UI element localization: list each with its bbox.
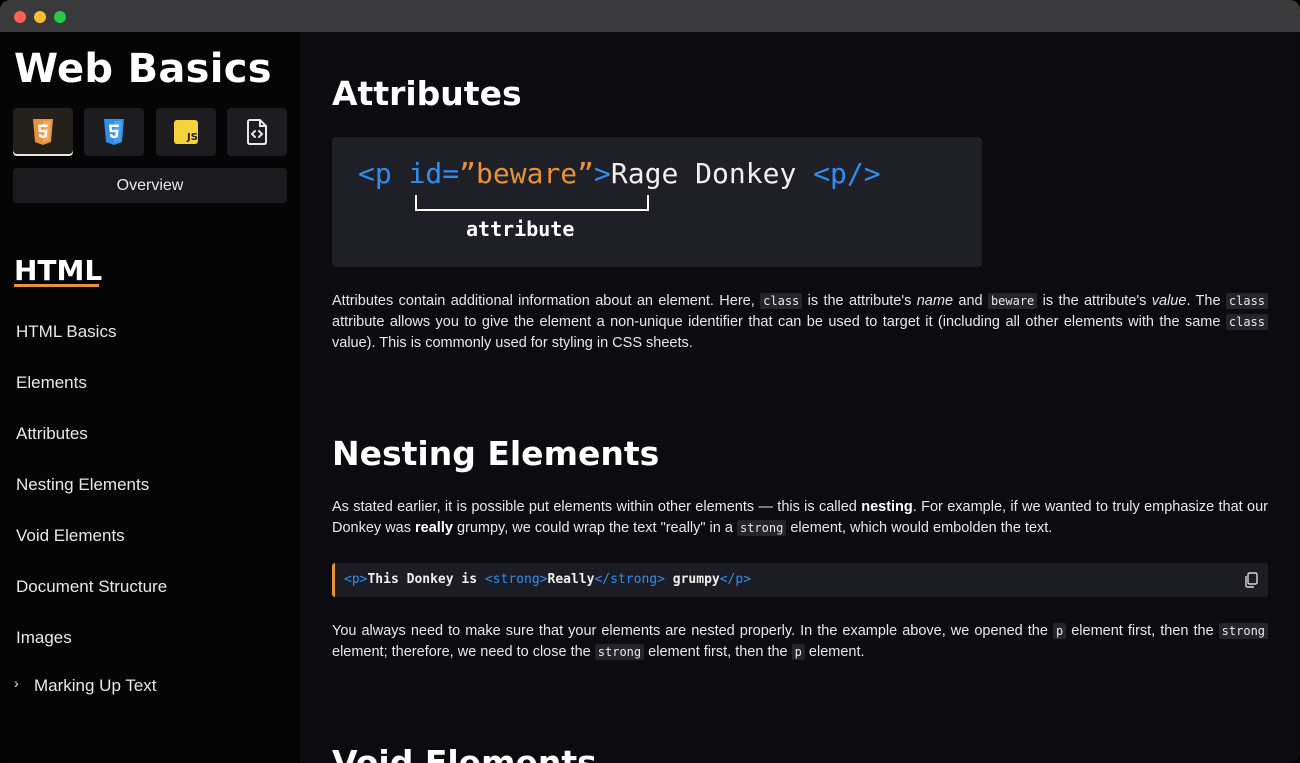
diagram-close-bracket: > [594,157,611,190]
diagram-open-tag: <p [358,157,392,190]
sidebar: Web Basics JS Overview HTML HTML Basics … [0,32,300,763]
diagram-code-line: <p id=”beware”>Rage Donkey <p/> [358,157,881,190]
svg-text:JS: JS [186,132,198,143]
attributes-paragraph: Attributes contain additional informatio… [332,291,1269,354]
diagram-text: Rage Donkey [610,157,797,190]
title-bar [0,0,1300,32]
javascript-icon: JS [174,120,198,144]
copy-icon[interactable] [1244,572,1258,588]
heading-attributes: Attributes [332,74,522,113]
tab-javascript[interactable]: JS [156,108,216,156]
main-content[interactable]: Attributes <p id=”beware”>Rage Donkey <p… [300,32,1300,763]
overview-button[interactable]: Overview [13,168,287,203]
attribute-diagram: <p id=”beware”>Rage Donkey <p/> attribut… [332,137,982,267]
inline-code: class [760,293,803,309]
code-line: <p>This Donkey is <strong>Really</strong… [344,572,752,587]
tab-html[interactable] [13,108,73,156]
minimize-window-button[interactable] [34,11,46,23]
css3-icon [104,119,124,145]
section-heading-html[interactable]: HTML [14,254,102,287]
code-file-icon [247,119,267,145]
close-window-button[interactable] [14,11,26,23]
inline-code: class [1225,293,1269,309]
sidebar-item-document-structure[interactable]: Document Structure [16,577,167,597]
nesting-paragraph-2: You always need to make sure that your e… [332,621,1269,663]
inline-code: class [1225,314,1268,330]
tab-css[interactable] [84,108,144,156]
inline-code: strong [736,520,787,536]
diagram-attr-name: id= [408,157,460,190]
sidebar-item-marking-up-text[interactable]: Marking Up Text [34,676,157,696]
tab-other[interactable] [227,108,287,156]
diagram-attr-value: ”beware” [459,157,595,190]
app-window: Web Basics JS Overview HTML HTML Basics … [0,0,1300,763]
heading-nesting-elements: Nesting Elements [332,434,660,473]
inline-code: beware [987,293,1038,309]
nesting-paragraph-1: As stated earlier, it is possible put el… [332,499,1268,536]
section-underline [14,284,99,287]
sidebar-item-html-basics[interactable]: HTML Basics [16,322,116,342]
attribute-bracket-label: attribute [466,217,575,241]
inline-code: strong [594,644,645,660]
site-title: Web Basics [14,46,272,92]
sidebar-item-elements[interactable]: Elements [16,373,87,393]
inline-code: p [791,644,805,660]
sidebar-item-images[interactable]: Images [16,628,72,648]
html5-icon [33,119,53,145]
maximize-window-button[interactable] [54,11,66,23]
attribute-bracket [415,195,649,211]
sidebar-item-void-elements[interactable]: Void Elements [16,526,125,546]
inline-code: p [1052,623,1067,639]
diagram-end-tag: <p/> [813,157,881,190]
heading-void-elements: Void Elements [332,743,597,763]
chevron-right-icon[interactable]: › [14,675,19,691]
sidebar-item-nesting-elements[interactable]: Nesting Elements [16,475,149,495]
sidebar-item-attributes[interactable]: Attributes [16,424,88,444]
inline-code: strong [1218,623,1269,639]
code-block[interactable]: <p>This Donkey is <strong>Really</strong… [332,563,1268,597]
